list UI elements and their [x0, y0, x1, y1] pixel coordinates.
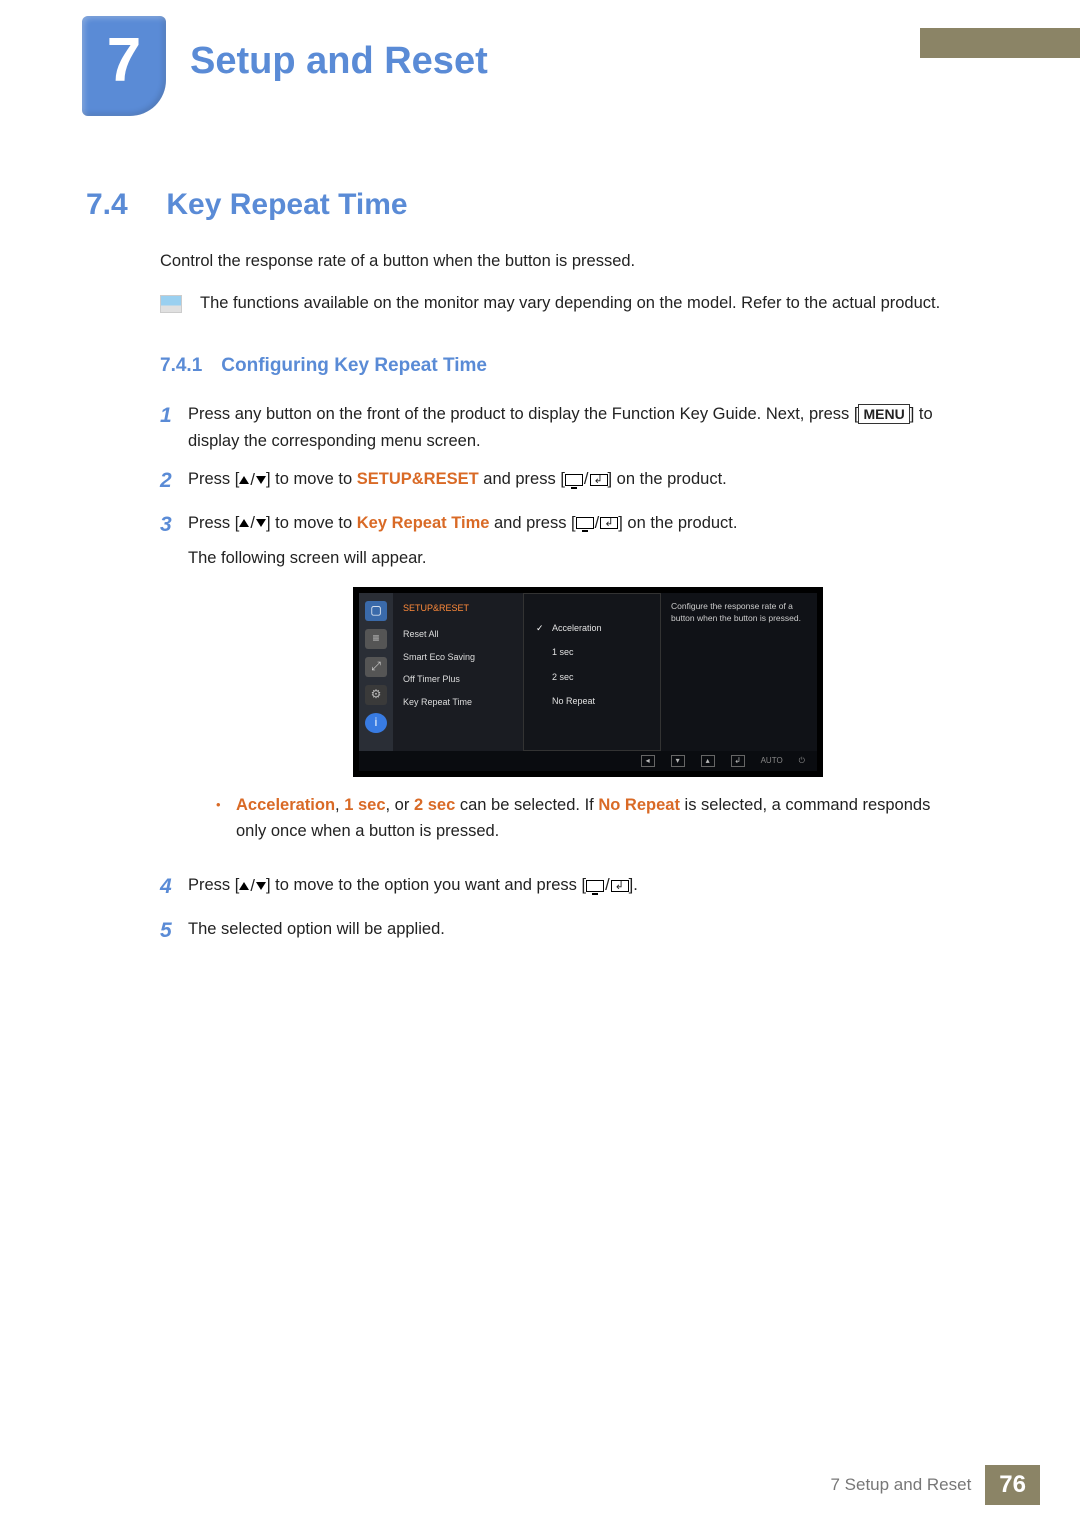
nav-target: Key Repeat Time	[357, 514, 490, 532]
osd-tab-size-icon: ⤢	[365, 657, 387, 677]
subsection-title: Configuring Key Repeat Time	[221, 355, 487, 376]
nav-up-icon: ▴	[701, 755, 715, 767]
osd-option: No Repeat	[536, 689, 648, 713]
step-2: 2 Press [/] to move to SETUP&RESET and p…	[160, 466, 960, 498]
source-icon	[565, 474, 583, 486]
nav-left-icon: ◂	[641, 755, 655, 767]
osd-description: Configure the response rate of a button …	[661, 593, 817, 751]
nav-auto-label: AUTO	[761, 755, 783, 768]
step-number: 5	[160, 914, 188, 948]
section-number: 7.4	[86, 188, 158, 222]
step-5: 5 The selected option will be applied.	[160, 916, 960, 948]
osd-tab-picture-icon: ▢	[365, 601, 387, 621]
osd-tab-settings-icon: ⚙	[365, 685, 387, 705]
enter-icon	[600, 517, 618, 529]
up-down-icon: /	[239, 873, 266, 899]
osd-tab-list-icon: ≡	[365, 629, 387, 649]
step-number: 3	[160, 508, 188, 542]
osd-tab-info-icon: i	[365, 713, 387, 733]
chapter-title: Setup and Reset	[190, 40, 488, 83]
osd-navbar: ◂ ▾ ▴ ↲ AUTO ⏻	[359, 751, 817, 771]
note-icon	[160, 295, 182, 313]
subsection-number: 7.4.1	[160, 352, 216, 380]
subsection-heading: 7.4.1 Configuring Key Repeat Time	[160, 352, 960, 380]
page-footer: 7 Setup and Reset 76	[830, 1465, 1040, 1505]
page-number: 76	[985, 1465, 1040, 1505]
chapter-number-badge: 7	[82, 16, 166, 116]
osd-menu-panel: SETUP&RESET Reset All Smart Eco Saving O…	[393, 593, 523, 751]
enter-icon	[590, 474, 608, 486]
steps-list: 1 Press any button on the front of the p…	[160, 401, 960, 947]
osd-option: 2 sec	[536, 665, 648, 689]
source-icon	[576, 517, 594, 529]
header-accent-bar	[920, 28, 1080, 58]
up-down-icon: /	[239, 510, 266, 536]
section-title: Key Repeat Time	[166, 188, 407, 221]
osd-menu-item: Off Timer Plus	[403, 668, 513, 690]
osd-sidebar: ▢ ≡ ⤢ ⚙ i	[359, 593, 393, 751]
option-bullet: Acceleration, 1 sec, or 2 sec can be sel…	[216, 793, 960, 844]
enter-icon	[611, 880, 629, 892]
osd-menu-title: SETUP&RESET	[403, 601, 513, 615]
step-number: 4	[160, 870, 188, 904]
step-number: 2	[160, 464, 188, 498]
section-heading: 7.4 Key Repeat Time	[86, 188, 408, 222]
footer-chapter-ref: 7 Setup and Reset	[830, 1475, 971, 1495]
osd-option-selected: Acceleration	[536, 616, 648, 640]
osd-menu-item: Key Repeat Time	[403, 691, 513, 713]
step-3: 3 Press [/] to move to Key Repeat Time a…	[160, 510, 960, 860]
note-text: The functions available on the monitor m…	[200, 292, 940, 316]
step-number: 1	[160, 399, 188, 433]
osd-menu-item: Smart Eco Saving	[403, 646, 513, 668]
nav-enter-icon: ↲	[731, 755, 745, 767]
up-down-icon: /	[239, 467, 266, 493]
step-3-note: The following screen will appear.	[188, 545, 960, 571]
content-area: Control the response rate of a button wh…	[160, 250, 960, 959]
menu-button-label: MENU	[858, 404, 909, 424]
nav-down-icon: ▾	[671, 755, 685, 767]
osd-option: 1 sec	[536, 640, 648, 664]
step-1: 1 Press any button on the front of the p…	[160, 401, 960, 454]
nav-power-icon: ⏻	[799, 755, 805, 768]
osd-menu-item: Reset All	[403, 623, 513, 645]
note-block: The functions available on the monitor m…	[160, 292, 960, 316]
step-4: 4 Press [/] to move to the option you wa…	[160, 872, 960, 904]
intro-text: Control the response rate of a button wh…	[160, 250, 960, 274]
source-icon	[586, 880, 604, 892]
nav-target: SETUP&RESET	[357, 470, 479, 488]
osd-options-panel: Acceleration 1 sec 2 sec No Repeat	[523, 593, 661, 751]
osd-screenshot: ▢ ≡ ⤢ ⚙ i SETUP&RESET Reset All Smart Ec…	[353, 587, 823, 777]
